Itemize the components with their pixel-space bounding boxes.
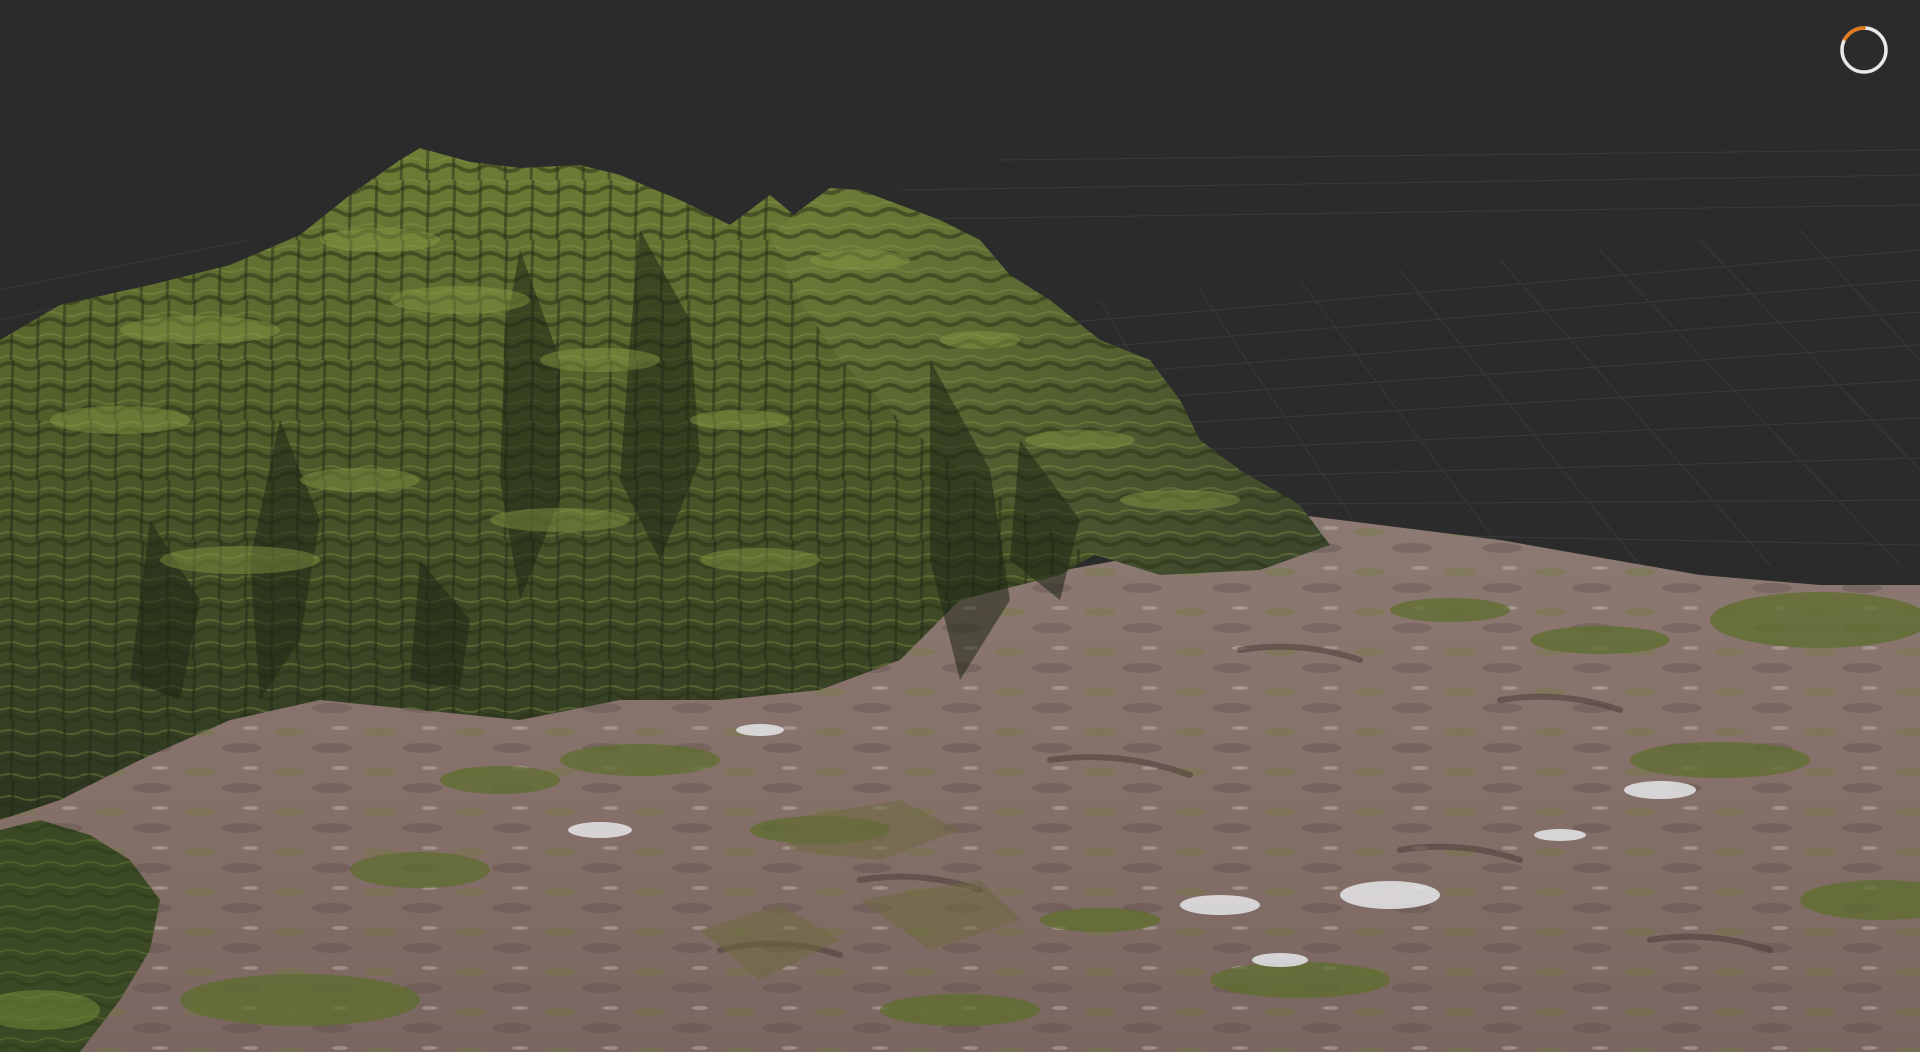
loading-indicator <box>1838 24 1890 76</box>
loading-spinner-icon <box>1840 26 1888 74</box>
terrain-scene[interactable] <box>0 0 1920 1052</box>
3d-viewport[interactable] <box>0 0 1920 1052</box>
